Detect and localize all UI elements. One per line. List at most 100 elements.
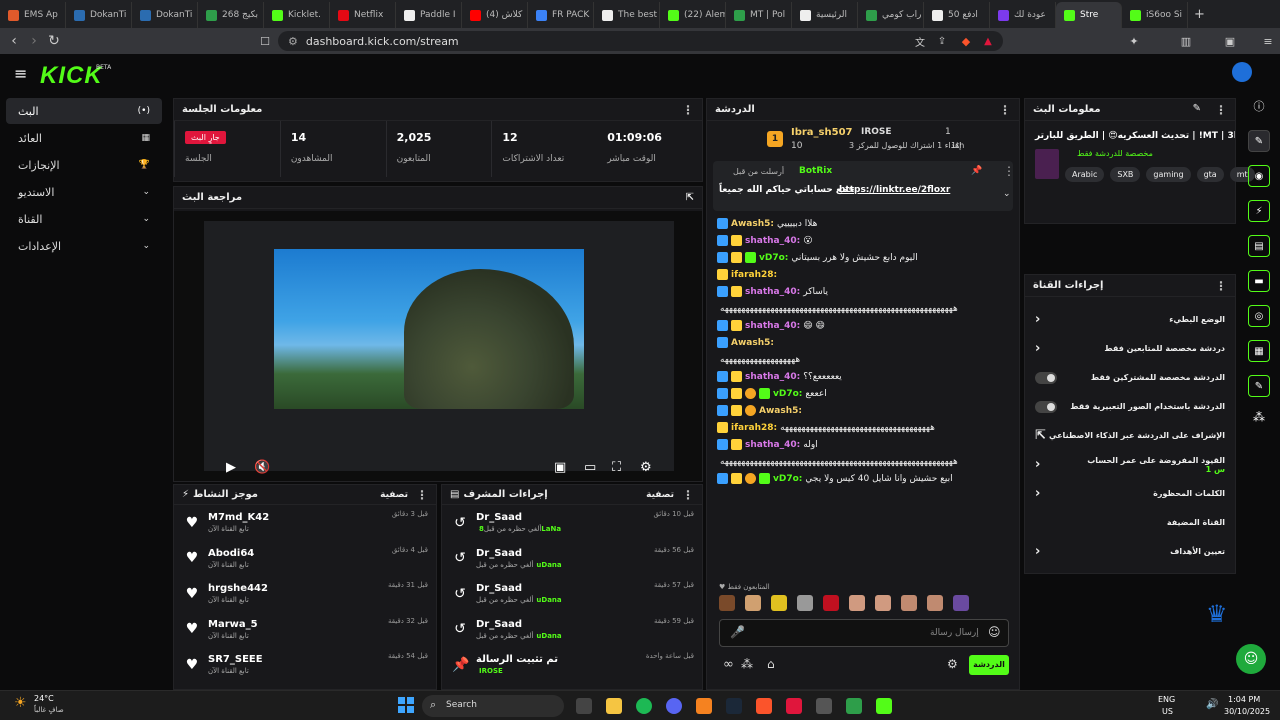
emote-6[interactable]: [849, 595, 865, 611]
layout-icon[interactable]: ▦: [1248, 340, 1270, 362]
taskbar-search[interactable]: ⌕ Search: [422, 695, 564, 717]
brave-shield-icon[interactable]: ◆: [956, 35, 976, 48]
more-options-icon[interactable]: ⋮: [1215, 103, 1227, 117]
chevron-right-icon[interactable]: ›: [1035, 312, 1040, 327]
play-icon[interactable]: ▶: [226, 460, 236, 475]
chat-message[interactable]: هههههههههههههههههههههههههههههههههههههههه…: [707, 300, 1019, 317]
chat-username[interactable]: vD7o:: [773, 389, 802, 399]
activity-username[interactable]: M7md_K42: [208, 512, 269, 523]
external-link-icon[interactable]: ⇱: [1035, 428, 1046, 443]
chat-scrollbar[interactable]: [1019, 559, 1020, 579]
more-options-icon[interactable]: ⋮: [999, 103, 1011, 117]
browser-tab[interactable]: راب كومي: [858, 2, 924, 28]
emote-4[interactable]: [797, 595, 813, 611]
menu-icon[interactable]: ≡: [1258, 35, 1278, 48]
chat-username[interactable]: Awash5:: [731, 219, 774, 229]
mod-action-item[interactable]: ↺ Dr_Saad ألغي حظره من قبل8LaNa قبل 10 دقائ…: [442, 505, 702, 541]
mod-action-by[interactable]: uDana: [536, 596, 561, 604]
app-icon-3[interactable]: [816, 698, 832, 714]
app-icon-4[interactable]: [846, 698, 862, 714]
chat-message[interactable]: vD7o: اليوم دابع حشيش ولا هرر بسيتاني: [707, 249, 1019, 266]
sidebar-item[interactable]: ⌄ الاستديو: [6, 179, 162, 205]
mod-action-target[interactable]: Dr_Saad: [476, 619, 562, 630]
chat-message[interactable]: Awash5: هلاا دبييييي: [707, 215, 1019, 232]
mute-icon[interactable]: 🔇: [254, 460, 270, 475]
wrench-icon[interactable]: ✎: [1248, 375, 1270, 397]
chat-message[interactable]: Awash5:: [707, 334, 1019, 351]
activity-filter-button[interactable]: تصفية: [380, 490, 408, 500]
broadcast-icon[interactable]: ◎: [1248, 305, 1270, 327]
settings-icon[interactable]: ⚙: [640, 460, 652, 475]
chat-username[interactable]: shatha_40:: [745, 236, 800, 246]
channel-action-row[interactable]: › الكلمات المحظورة: [1025, 479, 1235, 508]
emote-7[interactable]: [875, 595, 891, 611]
chat-message[interactable]: shatha_40: 😮: [707, 232, 1019, 249]
more-options-icon[interactable]: ⋮: [416, 488, 428, 502]
emote-8[interactable]: [901, 595, 917, 611]
stream-tag[interactable]: gta: [1196, 167, 1224, 182]
mod-action-target[interactable]: Dr_Saad: [476, 583, 562, 594]
chat-message[interactable]: ifarah28: ههههههههههههههههههههههههههههههه…: [707, 419, 1019, 436]
chat-message[interactable]: shatha_40: يعععععع؟؟: [707, 368, 1019, 385]
channel-action-row[interactable]: › القيود المفروضة على عمر الحساب 1 س: [1025, 450, 1235, 479]
activity-username[interactable]: hrgshe442: [208, 583, 268, 594]
chat-message[interactable]: shatha_40: 😄 😄: [707, 317, 1019, 334]
start-icon[interactable]: [398, 697, 414, 713]
mod-action-target[interactable]: تم تثبيت الرسالة: [476, 654, 558, 665]
sidebar-toggle-icon[interactable]: ▥: [1176, 35, 1196, 48]
chat-settings-icon[interactable]: ⚙: [947, 657, 958, 671]
brave-icon[interactable]: [756, 698, 772, 714]
browser-tab[interactable]: الرئيسية: [792, 2, 858, 28]
info-icon[interactable]: ⓘ: [1244, 98, 1274, 114]
theater-icon[interactable]: ▭: [584, 460, 596, 475]
channel-action-row[interactable]: الدردشة باستخدام الصور التعبيرية فقط: [1025, 392, 1235, 421]
chat-username[interactable]: ifarah28:: [731, 270, 777, 280]
kick-logo[interactable]: KICK: [40, 62, 103, 90]
rewards-icon[interactable]: ▲: [978, 36, 998, 47]
browser-tab[interactable]: DokanTi: [132, 2, 198, 28]
emoji-icon[interactable]: ☺: [988, 625, 1001, 639]
pip-icon[interactable]: ▣: [554, 460, 566, 475]
new-tab-icon[interactable]: +: [1194, 7, 1205, 22]
nodes-icon[interactable]: ⁂: [1244, 410, 1274, 424]
mod-action-item[interactable]: ↺ Dr_Saad ألغي حظره من قبل uDana قبل 57 دقيق…: [442, 576, 702, 612]
lang-2[interactable]: US: [1162, 707, 1173, 716]
chat-message[interactable]: shatha_40: اوله: [707, 436, 1019, 453]
browser-tab[interactable]: DokanTi: [66, 2, 132, 28]
channel-action-row[interactable]: القناة المضيفة: [1025, 508, 1235, 537]
chevron-right-icon[interactable]: ›: [1035, 486, 1040, 501]
mod-action-target[interactable]: Dr_Saad: [476, 512, 561, 523]
chat-username[interactable]: vD7o:: [773, 474, 802, 484]
document-icon[interactable]: ▤: [1248, 235, 1270, 257]
chat-username[interactable]: vD7o:: [759, 253, 788, 263]
chat-message[interactable]: هههههههههههههههههههههههههههههههههههههههه…: [707, 453, 1019, 470]
app-icon-1[interactable]: [696, 698, 712, 714]
chevron-down-icon[interactable]: ⌄: [1003, 189, 1011, 199]
popout-icon[interactable]: ⇱: [686, 192, 694, 203]
camera-icon[interactable]: ◉: [1248, 165, 1270, 187]
mod-filter-button[interactable]: تصفية: [646, 490, 674, 500]
chat-message[interactable]: Awash5:: [707, 402, 1019, 419]
chat-username[interactable]: shatha_40:: [745, 321, 800, 331]
hamburger-icon[interactable]: ≡: [14, 64, 27, 83]
url-field[interactable]: ⚙ dashboard.kick.com/stream: [278, 31, 1003, 51]
browser-tab[interactable]: FR PACK: [528, 2, 594, 28]
reload-icon[interactable]: ↻: [44, 33, 64, 49]
chat-username[interactable]: ifarah28:: [731, 423, 777, 433]
chat-username[interactable]: shatha_40:: [745, 440, 800, 450]
sidebar-item[interactable]: ⌄ القناة: [6, 206, 162, 232]
activity-item[interactable]: ♥ Abodi64 تابع القناة الآن قبل 4 دقائق: [174, 541, 436, 577]
second-gifter-name[interactable]: IROSE: [861, 127, 892, 137]
chat-username[interactable]: Awash5:: [731, 338, 774, 348]
fullscreen-icon[interactable]: ⛶: [612, 460, 621, 475]
mod-action-target[interactable]: Dr_Saad: [476, 548, 562, 559]
mod-action-by[interactable]: IROSE: [479, 667, 503, 675]
browser-tab[interactable]: EMS Ap: [0, 2, 66, 28]
lightning-icon[interactable]: ⚡: [1248, 200, 1270, 222]
category-thumbnail[interactable]: [1035, 149, 1059, 179]
browser-tab[interactable]: Netflix: [330, 2, 396, 28]
chat-message[interactable]: vD7o: اعععع: [707, 385, 1019, 402]
stream-tag[interactable]: gaming: [1146, 167, 1191, 182]
browser-tab[interactable]: Stre: [1056, 2, 1122, 28]
edit-icon[interactable]: ✎: [1193, 103, 1201, 117]
